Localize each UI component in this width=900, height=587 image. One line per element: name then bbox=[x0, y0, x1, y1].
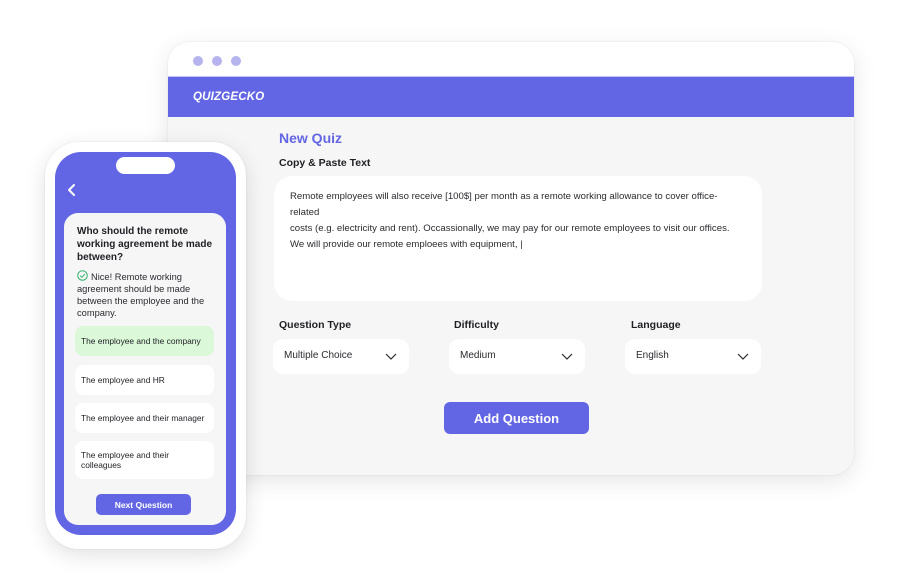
app-header: QUIZGECKO bbox=[168, 76, 854, 117]
question-type-value: Multiple Choice bbox=[284, 350, 353, 361]
chevron-down-icon bbox=[561, 353, 573, 360]
window-titlebar bbox=[168, 42, 854, 76]
browser-window: QUIZGECKO New Quiz Copy & Paste Text Rem… bbox=[168, 42, 854, 475]
difficulty-label: Difficulty bbox=[454, 319, 499, 331]
check-circle-icon bbox=[77, 270, 88, 281]
language-value: English bbox=[636, 350, 669, 361]
answer-option-label: The employee and the company bbox=[81, 336, 201, 346]
chevron-down-icon bbox=[385, 353, 397, 360]
back-chevron-icon[interactable] bbox=[65, 182, 79, 198]
paste-text-label: Copy & Paste Text bbox=[279, 157, 371, 169]
answer-option-label: The employee and their colleagues bbox=[81, 450, 169, 470]
answer-feedback: Nice! Remote working agreement should be… bbox=[77, 270, 219, 319]
paste-text-line: Remote employees will also receive [100$… bbox=[290, 191, 718, 218]
logo[interactable]: QUIZGECKO bbox=[193, 91, 264, 103]
paste-text-area[interactable]: Remote employees will also receive [100$… bbox=[274, 176, 762, 301]
question-type-select[interactable]: Multiple Choice bbox=[273, 339, 409, 374]
add-question-button[interactable]: Add Question bbox=[444, 402, 589, 434]
answer-option-label: The employee and their manager bbox=[81, 413, 205, 423]
phone-mockup: Who should the remote working agreement … bbox=[45, 142, 246, 549]
language-select[interactable]: English bbox=[625, 339, 761, 374]
window-dot-close[interactable] bbox=[193, 56, 203, 66]
difficulty-select[interactable]: Medium bbox=[449, 339, 585, 374]
phone-notch bbox=[116, 157, 175, 174]
page-title: New Quiz bbox=[279, 130, 343, 146]
quiz-card: Who should the remote working agreement … bbox=[64, 213, 226, 525]
answer-option[interactable]: The employee and their colleagues bbox=[75, 441, 214, 479]
question-type-label: Question Type bbox=[279, 319, 352, 331]
next-question-button[interactable]: Next Question bbox=[96, 494, 191, 515]
answer-option-label: The employee and HR bbox=[81, 375, 165, 385]
quiz-question: Who should the remote working agreement … bbox=[77, 226, 213, 263]
window-dot-minimize[interactable] bbox=[212, 56, 222, 66]
paste-text-line: We will provide our remote emploees with… bbox=[290, 239, 523, 250]
feedback-text: Nice! Remote working agreement should be… bbox=[77, 272, 205, 318]
phone-screen: Who should the remote working agreement … bbox=[55, 152, 236, 535]
chevron-down-icon bbox=[737, 353, 749, 360]
difficulty-value: Medium bbox=[460, 350, 496, 361]
paste-text-line: costs (e.g. electricity and rent). Occas… bbox=[290, 223, 730, 234]
window-dot-maximize[interactable] bbox=[231, 56, 241, 66]
answer-option-correct[interactable]: The employee and the company bbox=[75, 326, 214, 356]
answer-option[interactable]: The employee and their manager bbox=[75, 403, 214, 433]
answer-option[interactable]: The employee and HR bbox=[75, 365, 214, 395]
language-label: Language bbox=[631, 319, 681, 331]
